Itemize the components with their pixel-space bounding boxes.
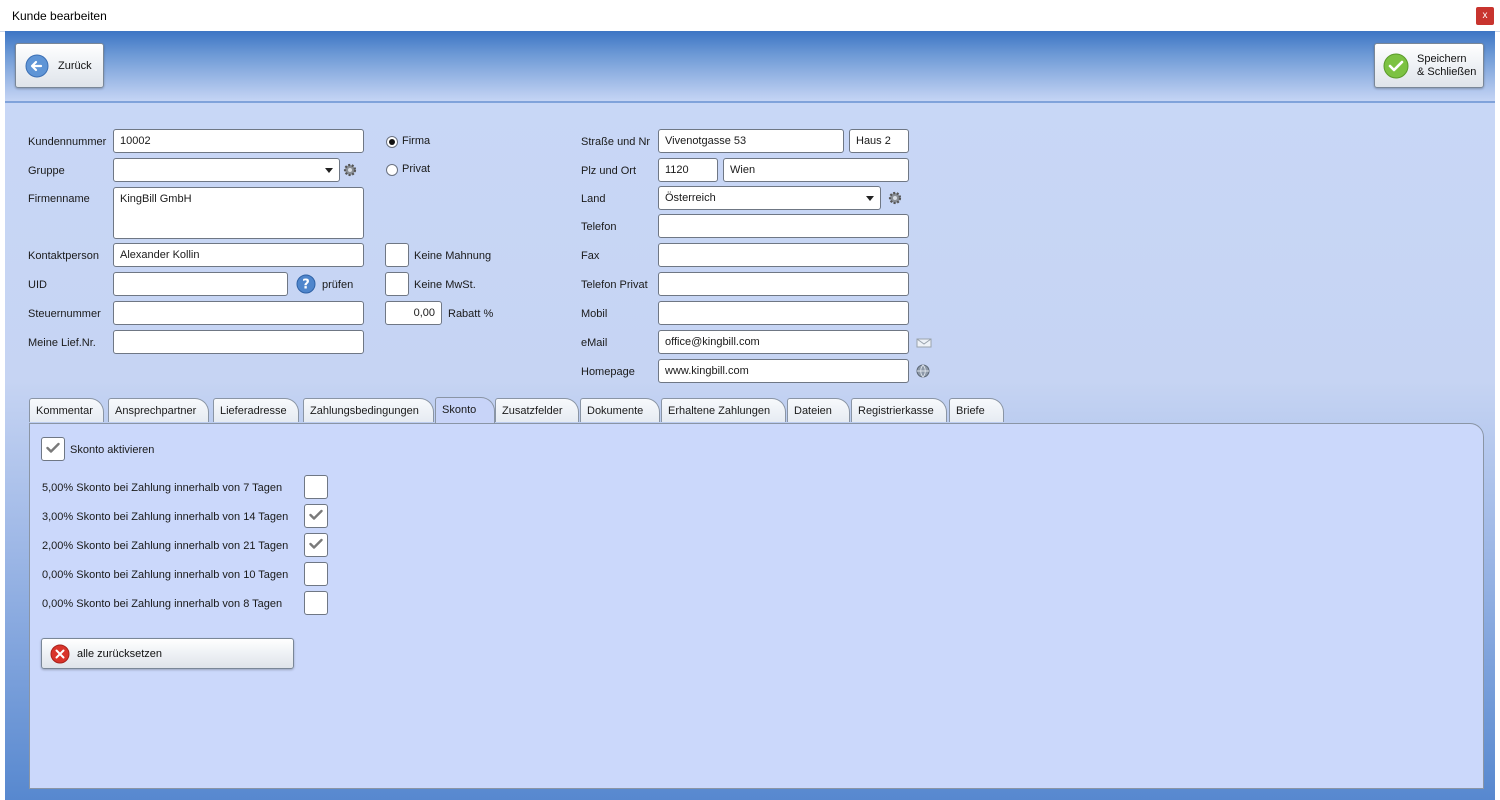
uid-label: UID <box>28 279 47 291</box>
keine-mahnung-checkbox[interactable] <box>385 243 409 267</box>
skonto-row-label: 0,00% Skonto bei Zahlung innerhalb von 8… <box>42 598 283 610</box>
tab-registrierkasse[interactable]: Registrierkasse <box>851 398 947 422</box>
fax-label: Fax <box>581 250 600 262</box>
window-title: Kunde bearbeiten <box>12 9 107 23</box>
rabatt-input[interactable]: 0,00 <box>385 301 442 325</box>
uid-check-label[interactable]: prüfen <box>322 279 353 291</box>
radio-privat-label: Privat <box>402 163 431 175</box>
strasse-label: Straße und Nr <box>581 136 651 148</box>
keine-mwst-checkbox[interactable] <box>385 272 409 296</box>
tab-dateien[interactable]: Dateien <box>787 398 850 422</box>
reset-all-label: alle zurücksetzen <box>77 648 162 660</box>
kundennummer-input[interactable]: 10002 <box>113 129 364 153</box>
steuernummer-input[interactable] <box>113 301 364 325</box>
telefon-label: Telefon <box>581 221 617 233</box>
skonto-activate-checkbox[interactable] <box>41 437 65 461</box>
help-question-icon[interactable]: ? <box>296 274 316 294</box>
skonto-row-label: 3,00% Skonto bei Zahlung innerhalb von 1… <box>42 511 289 523</box>
chevron-down-icon <box>325 168 333 173</box>
tab-skonto[interactable]: Skonto <box>435 397 495 423</box>
tab-ansprechpartner[interactable]: Ansprechpartner <box>108 398 209 422</box>
radio-firma-label: Firma <box>402 135 431 147</box>
skonto-row-checkbox-3[interactable] <box>304 533 328 557</box>
tab-zusatzfelder[interactable]: Zusatzfelder <box>495 398 579 422</box>
rabatt-label: Rabatt % <box>448 308 494 320</box>
firmenname-input[interactable]: KingBill GmbH <box>113 187 364 239</box>
kontaktperson-input[interactable]: Alexander Kollin <box>113 243 364 267</box>
globe-icon[interactable] <box>916 364 930 378</box>
skonto-row-label: 5,00% Skonto bei Zahlung innerhalb von 7… <box>42 482 283 494</box>
mobil-label: Mobil <box>581 308 608 320</box>
checkmark-icon <box>46 442 60 453</box>
radio-firma[interactable] <box>386 136 398 148</box>
strasse-input[interactable]: Vivenotgasse 53 <box>658 129 844 153</box>
gruppe-label: Gruppe <box>28 165 65 177</box>
skonto-row-checkbox-2[interactable] <box>304 504 328 528</box>
tab-kommentar[interactable]: Kommentar <box>29 398 104 422</box>
svg-text:?: ? <box>302 278 310 293</box>
kontaktperson-label: Kontaktperson <box>28 250 99 262</box>
reset-all-button[interactable]: alle zurücksetzen <box>41 638 294 669</box>
keine-mwst-label: Keine MwSt. <box>414 279 476 291</box>
land-select[interactable]: Österreich <box>658 186 881 210</box>
gear-icon[interactable] <box>343 163 357 177</box>
skonto-row-checkbox-5[interactable] <box>304 591 328 615</box>
uid-input[interactable] <box>113 272 288 296</box>
telefon-privat-input[interactable] <box>658 272 909 296</box>
kundennummer-label: Kundennummer <box>28 136 107 148</box>
tab-zahlungsbedingungen[interactable]: Zahlungsbedingungen <box>303 398 434 422</box>
back-button[interactable]: Zurück <box>15 43 104 88</box>
keine-mahnung-label: Keine Mahnung <box>414 250 492 262</box>
toolbar-divider <box>5 101 1495 103</box>
haus-input[interactable]: Haus 2 <box>849 129 909 153</box>
tab-dokumente[interactable]: Dokumente <box>580 398 660 422</box>
email-input[interactable]: office@kingbill.com <box>658 330 909 354</box>
telefon-privat-label: Telefon Privat <box>581 279 648 291</box>
tab-erhaltene-zahlungen[interactable]: Erhaltene Zahlungen <box>661 398 786 422</box>
mobil-input[interactable] <box>658 301 909 325</box>
title-bar: Kunde bearbeiten x <box>0 0 1500 32</box>
skonto-row-label: 0,00% Skonto bei Zahlung innerhalb von 1… <box>42 569 289 581</box>
lief-nr-input[interactable] <box>113 330 364 354</box>
tab-briefe[interactable]: Briefe <box>949 398 1004 422</box>
plz-ort-label: Plz und Ort <box>581 165 637 177</box>
lief-nr-label: Meine Lief.Nr. <box>28 337 96 349</box>
steuernummer-label: Steuernummer <box>28 308 101 320</box>
checkmark-icon <box>309 538 323 549</box>
tab-lieferadresse[interactable]: Lieferadresse <box>213 398 299 422</box>
save-label-line2: & Schließen <box>1417 66 1477 78</box>
land-label: Land <box>581 193 606 205</box>
gruppe-select[interactable] <box>113 158 340 182</box>
close-button[interactable]: x <box>1476 7 1494 25</box>
main-area: Zurück Speichern & Schließen Kundennumme… <box>5 31 1495 800</box>
chevron-down-icon <box>866 196 874 201</box>
skonto-panel: Skonto aktivieren 5,00% Skonto bei Zahlu… <box>29 423 1484 789</box>
telefon-input[interactable] <box>658 214 909 238</box>
homepage-input[interactable]: www.kingbill.com <box>658 359 909 383</box>
save-close-button[interactable]: Speichern & Schließen <box>1374 43 1484 88</box>
firmenname-label: Firmenname <box>28 193 90 205</box>
plz-input[interactable]: 1120 <box>658 158 718 182</box>
back-button-label: Zurück <box>58 60 92 72</box>
checkmark-icon <box>309 509 323 520</box>
skonto-row-label: 2,00% Skonto bei Zahlung innerhalb von 2… <box>42 540 289 552</box>
skonto-row-checkbox-1[interactable] <box>304 475 328 499</box>
ort-input[interactable]: Wien <box>723 158 909 182</box>
land-value: Österreich <box>665 192 716 204</box>
fax-input[interactable] <box>658 243 909 267</box>
skonto-row-checkbox-4[interactable] <box>304 562 328 586</box>
back-arrow-icon <box>25 54 49 78</box>
save-label-line1: Speichern <box>1417 53 1467 65</box>
mail-icon[interactable] <box>916 338 932 348</box>
radio-privat[interactable] <box>386 164 398 176</box>
checkmark-icon <box>1383 53 1409 79</box>
skonto-activate-label: Skonto aktivieren <box>70 444 155 456</box>
email-label: eMail <box>581 337 608 349</box>
gear-icon[interactable] <box>888 191 902 205</box>
cancel-x-icon <box>50 644 70 664</box>
homepage-label: Homepage <box>581 366 635 378</box>
